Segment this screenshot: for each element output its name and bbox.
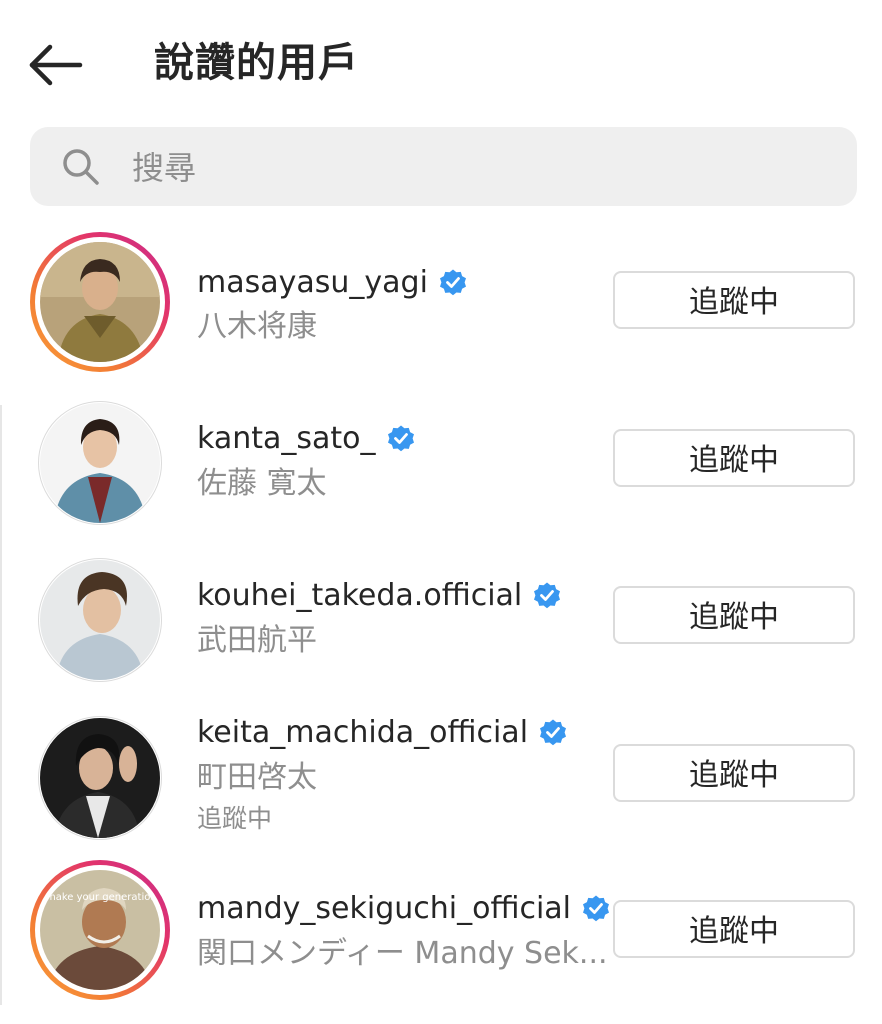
username[interactable]: masayasu_yagi bbox=[197, 263, 468, 303]
user-row-kanta-sato[interactable]: kanta_sato_ 佐藤 寛太 追蹤中 bbox=[0, 385, 882, 535]
avatar-frame[interactable] bbox=[30, 393, 170, 533]
story-ring[interactable] bbox=[30, 232, 170, 372]
following-button[interactable]: 追蹤中 bbox=[613, 900, 855, 958]
avatar bbox=[40, 403, 160, 523]
user-row-mandy-sekiguchi[interactable]: make your generation mandy_sekiguchi_off… bbox=[0, 856, 882, 1006]
story-ring[interactable]: make your generation bbox=[30, 860, 170, 1000]
avatar-photo-5: make your generation bbox=[40, 870, 160, 990]
full-name: 関口メンディー Mandy Sek... bbox=[197, 936, 608, 971]
user-row-masayasu-yagi[interactable]: masayasu_yagi 八木将康 追蹤中 bbox=[0, 225, 882, 375]
username-text[interactable]: kanta_sato_ bbox=[197, 419, 376, 459]
full-name: 武田航平 bbox=[197, 623, 317, 658]
avatar: make your generation bbox=[40, 870, 160, 990]
follow-status-text: 追蹤中 bbox=[197, 804, 273, 833]
avatar-caption: make your generation bbox=[46, 892, 157, 903]
avatar-photo-4 bbox=[40, 718, 160, 838]
full-name: 佐藤 寛太 bbox=[197, 466, 327, 501]
user-row-keita-machida[interactable]: keita_machida_official 町田啓太 追蹤中 追蹤中 bbox=[0, 700, 882, 850]
verified-badge-icon bbox=[532, 581, 562, 611]
verified-badge-icon bbox=[581, 894, 611, 924]
page-title: 說讚的用戶 bbox=[154, 40, 359, 86]
avatar-frame[interactable] bbox=[30, 708, 170, 848]
back-button[interactable] bbox=[26, 40, 86, 90]
following-button[interactable]: 追蹤中 bbox=[613, 429, 855, 487]
username[interactable]: mandy_sekiguchi_official bbox=[197, 889, 611, 929]
verified-badge-icon bbox=[538, 718, 568, 748]
username-text[interactable]: masayasu_yagi bbox=[197, 263, 428, 303]
avatar bbox=[40, 560, 160, 680]
verified-badge-icon bbox=[438, 268, 468, 298]
avatar-frame[interactable] bbox=[30, 550, 170, 690]
username-text[interactable]: keita_machida_official bbox=[197, 713, 528, 753]
username-text[interactable]: mandy_sekiguchi_official bbox=[197, 889, 571, 929]
search-icon bbox=[60, 146, 102, 188]
verified-badge-icon bbox=[386, 424, 416, 454]
following-button[interactable]: 追蹤中 bbox=[613, 271, 855, 329]
username[interactable]: kouhei_takeda.official bbox=[197, 576, 562, 616]
avatar-photo-2 bbox=[40, 403, 160, 523]
header-bar: 說讚的用戶 bbox=[0, 0, 882, 125]
avatar bbox=[40, 242, 160, 362]
search-input[interactable] bbox=[130, 140, 834, 196]
full-name: 八木将康 bbox=[197, 309, 317, 344]
following-button[interactable]: 追蹤中 bbox=[613, 744, 855, 802]
avatar bbox=[40, 718, 160, 838]
user-row-kouhei-takeda[interactable]: kouhei_takeda.official 武田航平 追蹤中 bbox=[0, 542, 882, 692]
username[interactable]: keita_machida_official bbox=[197, 713, 568, 753]
username[interactable]: kanta_sato_ bbox=[197, 419, 416, 459]
following-button[interactable]: 追蹤中 bbox=[613, 586, 855, 644]
username-text[interactable]: kouhei_takeda.official bbox=[197, 576, 522, 616]
full-name: 町田啓太 bbox=[197, 760, 317, 795]
avatar-photo-1 bbox=[40, 242, 160, 362]
avatar-photo-3 bbox=[40, 560, 160, 680]
arrow-left-icon bbox=[29, 44, 83, 86]
